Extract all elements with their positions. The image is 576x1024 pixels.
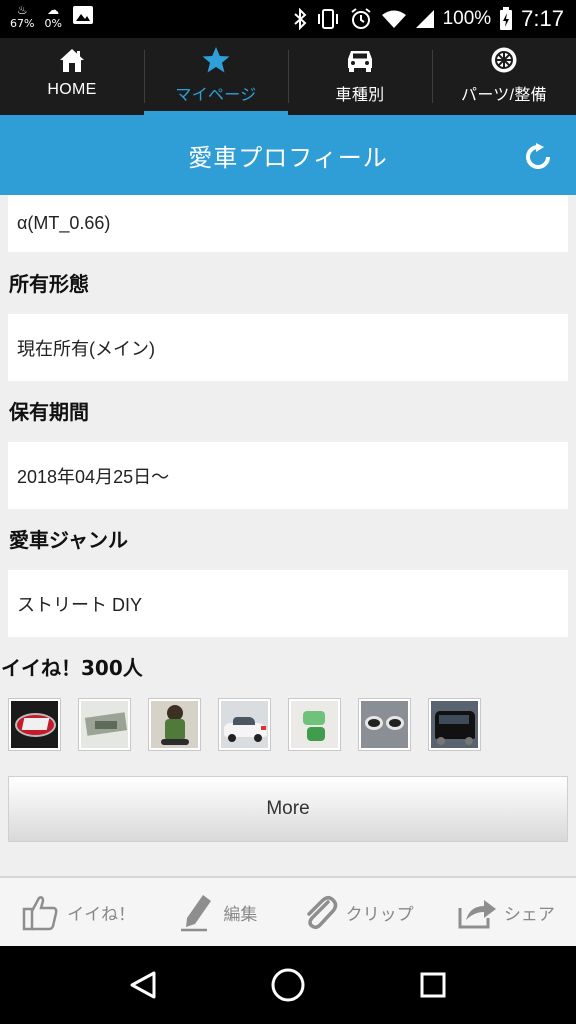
page-title: 愛車プロフィール — [188, 143, 388, 172]
figure-image — [151, 701, 198, 748]
nav-mypage-label: マイページ — [175, 87, 257, 104]
recents-button[interactable] — [403, 955, 463, 1015]
thumbs-up-icon — [22, 896, 58, 931]
genre-heading: 愛車ジャンル — [9, 528, 128, 552]
exhaust-tips-image — [361, 701, 408, 748]
title-bar: 愛車プロフィール — [0, 115, 576, 195]
status-bar-notifications: ♨ 67% ☁ 0% — [10, 4, 94, 30]
weather-text: 0% — [44, 17, 62, 30]
grade-value: α(MT_0.66) — [17, 213, 111, 233]
weather-status: ☁ 0% — [44, 3, 62, 31]
edit-label: 編集 — [223, 904, 258, 925]
wheel-icon — [491, 47, 517, 73]
genre-value: ストリート DIY — [17, 594, 143, 615]
action-bar: イイね！ 編集 クリップ シェア — [0, 876, 576, 946]
white-car-image — [221, 701, 268, 748]
home-icon — [60, 49, 84, 72]
alarm-icon — [350, 8, 371, 29]
ownership-value: 現在所有(メイン) — [17, 338, 155, 359]
liked-users-thumbnails — [8, 698, 481, 751]
more-button[interactable]: More — [8, 776, 568, 842]
star-icon — [202, 47, 230, 73]
nav-home[interactable]: HOME — [0, 38, 144, 115]
edit-button[interactable]: 編集 — [177, 892, 257, 932]
user-thumbnail[interactable] — [8, 698, 61, 751]
home-circle-icon — [271, 968, 305, 1002]
share-button[interactable]: シェア — [456, 894, 555, 930]
top-nav: HOME マイページ 車種別 パーツ/整備 — [0, 38, 576, 115]
car-parts-image — [81, 701, 128, 748]
nav-car-models-label: 車種別 — [335, 87, 385, 104]
user-thumbnail[interactable] — [288, 698, 341, 751]
status-bar-system: 100% 7:17 — [293, 0, 564, 38]
sti-emblem-image — [11, 701, 58, 748]
likes-heading: イイね！300人 — [1, 656, 143, 680]
weather-icon: ☁ — [47, 3, 60, 17]
user-thumbnail[interactable] — [78, 698, 131, 751]
user-thumbnail[interactable] — [358, 698, 411, 751]
like-button[interactable]: イイね！ — [21, 892, 135, 932]
nav-mypage[interactable]: マイページ — [144, 38, 288, 115]
user-thumbnail[interactable] — [428, 698, 481, 751]
like-label: イイね！ — [67, 904, 136, 925]
battery-saver-status: ♨ 67% — [10, 3, 35, 31]
clip-label: クリップ — [345, 904, 414, 925]
share-label: シェア — [503, 904, 555, 925]
paperclip-icon — [306, 896, 337, 930]
pen-icon — [181, 895, 212, 932]
clock: 7:17 — [521, 6, 564, 31]
black-car-image — [431, 701, 478, 748]
home-button[interactable] — [258, 955, 318, 1015]
status-bar: ♨ 67% ☁ 0% 100% 7:17 — [0, 0, 576, 38]
grade-card: α(MT_0.66) — [8, 195, 568, 252]
back-icon — [130, 971, 156, 999]
ownership-card: 現在所有(メイン) — [8, 314, 568, 381]
wifi-icon — [381, 10, 406, 28]
bluetooth-icon — [293, 8, 307, 30]
recents-icon — [420, 972, 446, 998]
car-icon — [348, 51, 372, 72]
back-button[interactable] — [113, 955, 173, 1015]
period-value: 2018年04月25日～ — [17, 466, 170, 487]
profile-content[interactable]: α(MT_0.66) 所有形態 現在所有(メイン) 保有期間 2018年04月2… — [0, 195, 576, 875]
refresh-icon[interactable] — [524, 143, 552, 171]
clip-button[interactable]: クリップ — [300, 892, 414, 932]
share-icon — [458, 900, 496, 929]
green-parts-image — [291, 701, 338, 748]
system-nav-bar — [0, 946, 576, 1024]
image-notification-icon — [72, 6, 93, 24]
nav-parts-label: パーツ/整備 — [461, 87, 547, 104]
user-thumbnail[interactable] — [218, 698, 271, 751]
period-heading: 保有期間 — [9, 400, 89, 424]
period-card: 2018年04月25日～ — [8, 442, 568, 509]
vibrate-icon — [317, 9, 338, 29]
user-thumbnail[interactable] — [148, 698, 201, 751]
battery-saver-text: 67% — [10, 17, 35, 30]
signal-icon — [415, 10, 434, 28]
battery-percent: 100% — [442, 8, 492, 29]
battery-saver-icon: ♨ — [16, 3, 28, 17]
image-notification — [72, 4, 94, 26]
nav-parts[interactable]: パーツ/整備 — [432, 38, 576, 115]
nav-car-models[interactable]: 車種別 — [288, 38, 432, 115]
nav-home-label: HOME — [47, 81, 97, 98]
ownership-heading: 所有形態 — [9, 272, 89, 296]
battery-icon — [500, 7, 513, 30]
genre-card: ストリート DIY — [8, 570, 568, 637]
